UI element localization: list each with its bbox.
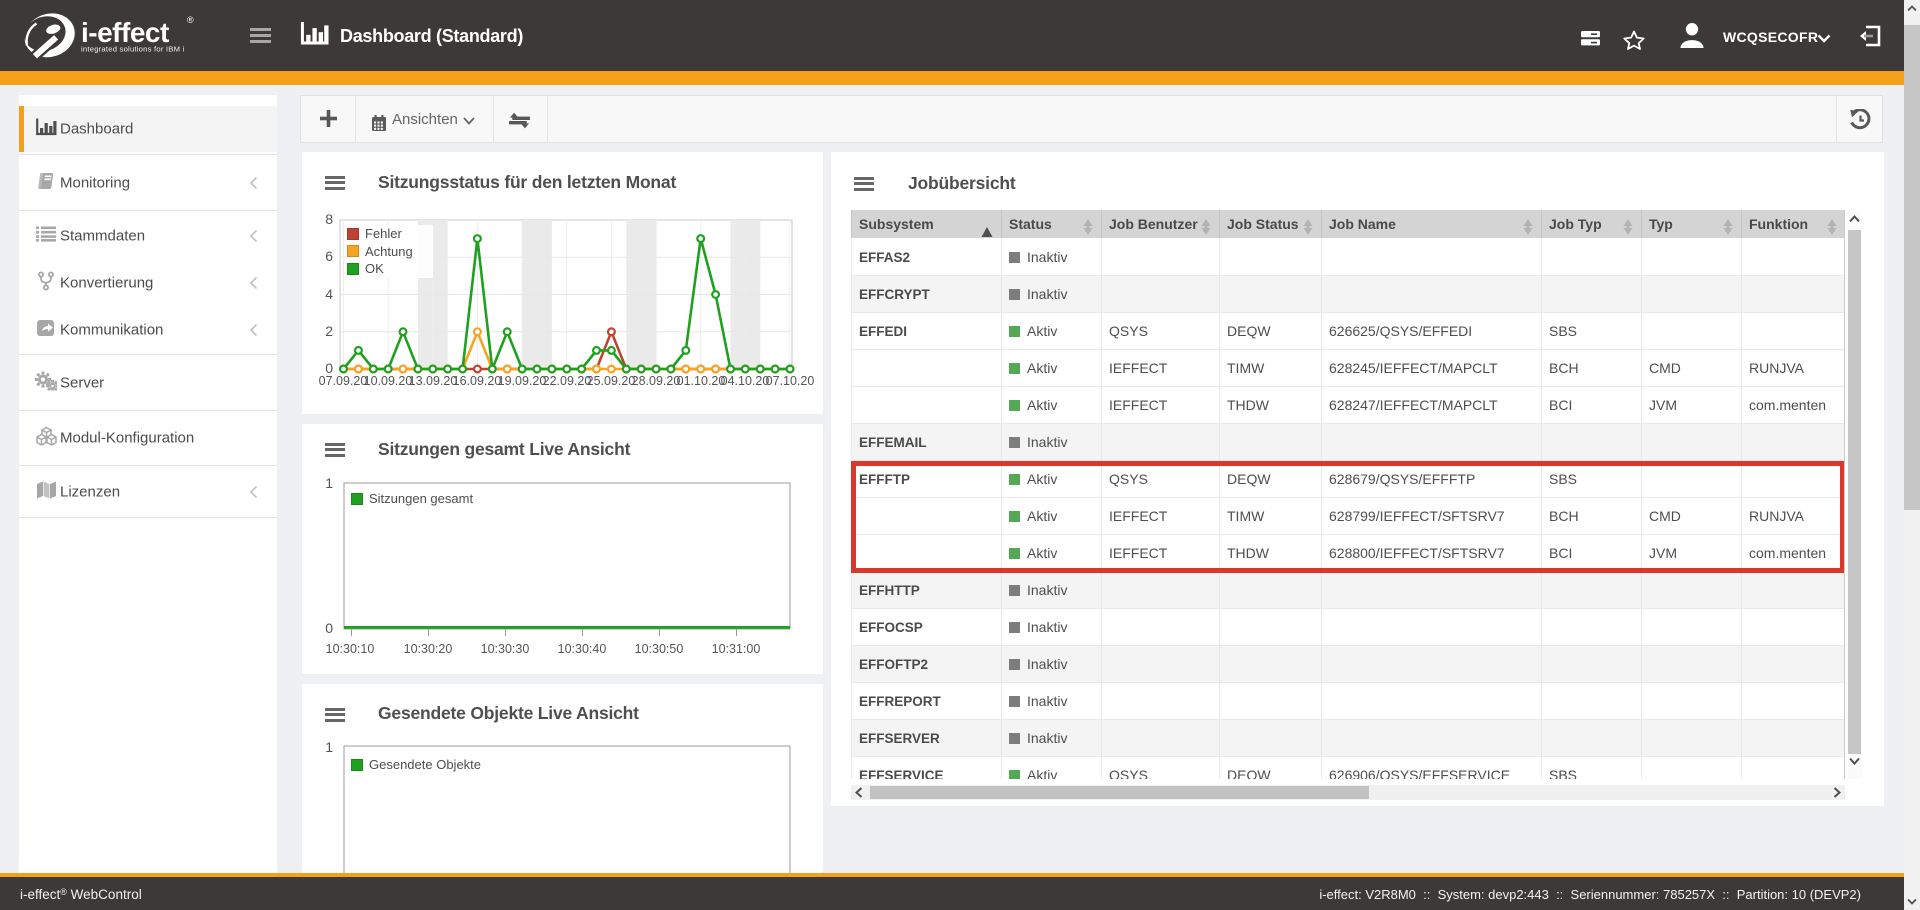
svg-text:integrated solutions for IBM i: integrated solutions for IBM i [81,45,185,54]
svg-text:®: ® [187,15,194,25]
svg-text:i-effect: i-effect [81,17,169,48]
